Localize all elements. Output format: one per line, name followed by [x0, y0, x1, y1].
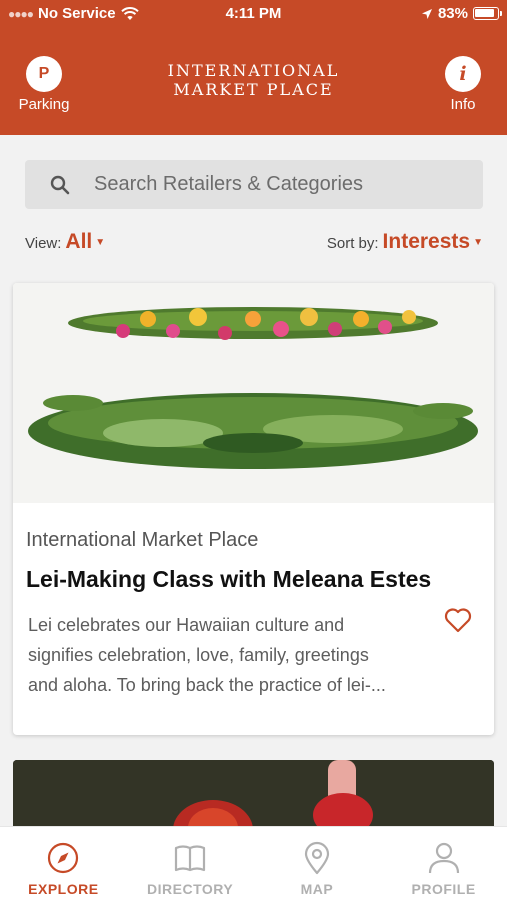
caret-down-icon: ▼ — [473, 237, 483, 248]
view-filter-dropdown[interactable]: View: All ▼ — [25, 230, 105, 254]
book-icon — [175, 845, 206, 872]
event-card[interactable]: International Market Place Lei-Making Cl… — [13, 283, 494, 735]
event-venue: International Market Place — [26, 529, 259, 551]
event-title: Lei-Making Class with Meleana Estes — [26, 566, 432, 592]
tab-explore[interactable]: EXPLORE — [0, 827, 127, 900]
info-button[interactable]: i Info — [433, 56, 493, 113]
favorite-heart-icon[interactable] — [444, 607, 472, 633]
search-input[interactable]: Search Retailers & Categories — [25, 160, 483, 209]
search-icon — [50, 175, 70, 195]
fern-lei — [28, 393, 478, 469]
view-value: All — [65, 230, 93, 253]
sort-value: Interests — [382, 230, 471, 253]
sort-dropdown[interactable]: Sort by: Interests ▼ — [327, 230, 483, 254]
event-description: Lei celebrates our Hawaiian culture and … — [28, 610, 428, 700]
tab-profile[interactable]: PROFILE — [380, 827, 507, 900]
search-placeholder: Search Retailers & Categories — [94, 173, 364, 195]
caret-down-icon: ▼ — [95, 237, 106, 248]
tab-directory[interactable]: DIRECTORY — [127, 827, 254, 900]
description-line: Lei celebrates our Hawaiian culture and — [28, 615, 345, 635]
description-line: and aloha. To bring back the practice of… — [28, 675, 386, 695]
battery-percent: 83% — [437, 5, 468, 22]
logo-line-2: MARKET PLACE — [173, 80, 334, 99]
compass-icon — [48, 842, 79, 874]
map-pin-icon — [304, 841, 329, 875]
tab-label: DIRECTORY — [147, 881, 234, 897]
location-arrow-icon — [421, 8, 432, 19]
bottom-tab-bar: EXPLORE DIRECTORY MAP PROFILE — [0, 826, 507, 900]
info-label: Info — [450, 96, 476, 113]
person-icon — [428, 842, 459, 874]
filter-row: View: All ▼ Sort by: Interests ▼ — [25, 230, 483, 258]
tab-label: EXPLORE — [28, 881, 99, 897]
battery-icon — [473, 7, 502, 20]
tab-label: MAP — [300, 881, 334, 897]
status-right: 83% — [421, 5, 502, 22]
status-bar: ●●●● No Service 4:11 PM 83% — [0, 0, 507, 28]
logo-line-1: INTERNATIONAL — [167, 61, 340, 80]
app-logo: INTERNATIONAL MARKET PLACE — [0, 61, 507, 99]
tab-label: PROFILE — [411, 881, 476, 897]
app-header: ●●●● No Service 4:11 PM 83% P Parking IN… — [0, 0, 507, 135]
description-line: signifies celebration, love, family, gre… — [28, 645, 369, 665]
view-label: View: — [25, 235, 62, 252]
lei-photo — [13, 283, 494, 503]
tab-map[interactable]: MAP — [254, 827, 381, 900]
info-icon: i — [445, 56, 481, 92]
sort-label: Sort by: — [326, 235, 379, 252]
